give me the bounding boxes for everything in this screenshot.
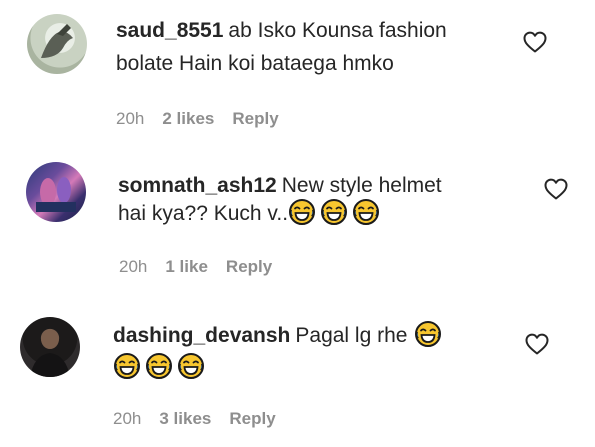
comment-text-line: somnath_ash12 New style helmet [118,170,442,201]
comment-likes[interactable]: 3 likes [159,409,211,429]
comment-username[interactable]: dashing_devansh [113,324,290,347]
comment-username[interactable]: saud_8551 [116,19,223,42]
reply-button[interactable]: Reply [226,257,272,277]
avatar-image-icon [36,177,76,212]
user-avatar[interactable] [26,162,86,222]
comment-username[interactable]: somnath_ash12 [118,174,277,197]
heart-outline-icon[interactable] [525,333,549,355]
user-avatar[interactable] [27,14,87,74]
comment-text: hai kya?? Kuch v.. [118,202,289,225]
comment-meta: 20h 2 likes Reply [116,109,279,129]
comment-text-line: saud_8551 ab Isko Kounsa fashion [116,15,447,46]
comment-time: 20h [113,409,142,428]
heart-outline-icon[interactable] [523,31,547,53]
comment-text-line [113,352,204,383]
reply-button[interactable]: Reply [232,109,278,129]
face-with-tears-of-joy-icon [353,199,379,225]
heart-outline-icon[interactable] [544,178,568,200]
comment-meta: 20h 1 like Reply [119,257,272,277]
face-with-tears-of-joy-icon [321,199,347,225]
face-with-tears-of-joy-icon [415,321,441,347]
comment-likes[interactable]: 1 like [165,257,208,277]
comment-text-line: hai kya?? Kuch v.. [118,198,379,229]
comment-meta: 20h 3 likes Reply [113,409,276,429]
avatar-image-icon [30,329,70,377]
face-with-tears-of-joy-icon [178,353,204,379]
comment-text-line: bolate Hain koi bataega hmko [116,48,394,79]
comment-text: ab Isko Kounsa fashion [228,19,447,42]
comment-text: New style helmet [281,174,442,197]
comment-time: 20h [119,257,148,276]
face-with-tears-of-joy-icon [289,199,315,225]
user-avatar[interactable] [20,317,80,377]
face-with-tears-of-joy-icon [114,353,140,379]
comment-text-line: dashing_devansh Pagal lg rhe [113,320,441,351]
comment-text: bolate Hain koi bataega hmko [116,52,394,75]
comment-time: 20h [116,109,145,128]
comment-text: Pagal lg rhe [295,324,408,347]
comment-likes[interactable]: 2 likes [162,109,214,129]
face-with-tears-of-joy-icon [146,353,172,379]
reply-button[interactable]: Reply [229,409,275,429]
avatar-image-icon [41,24,73,58]
